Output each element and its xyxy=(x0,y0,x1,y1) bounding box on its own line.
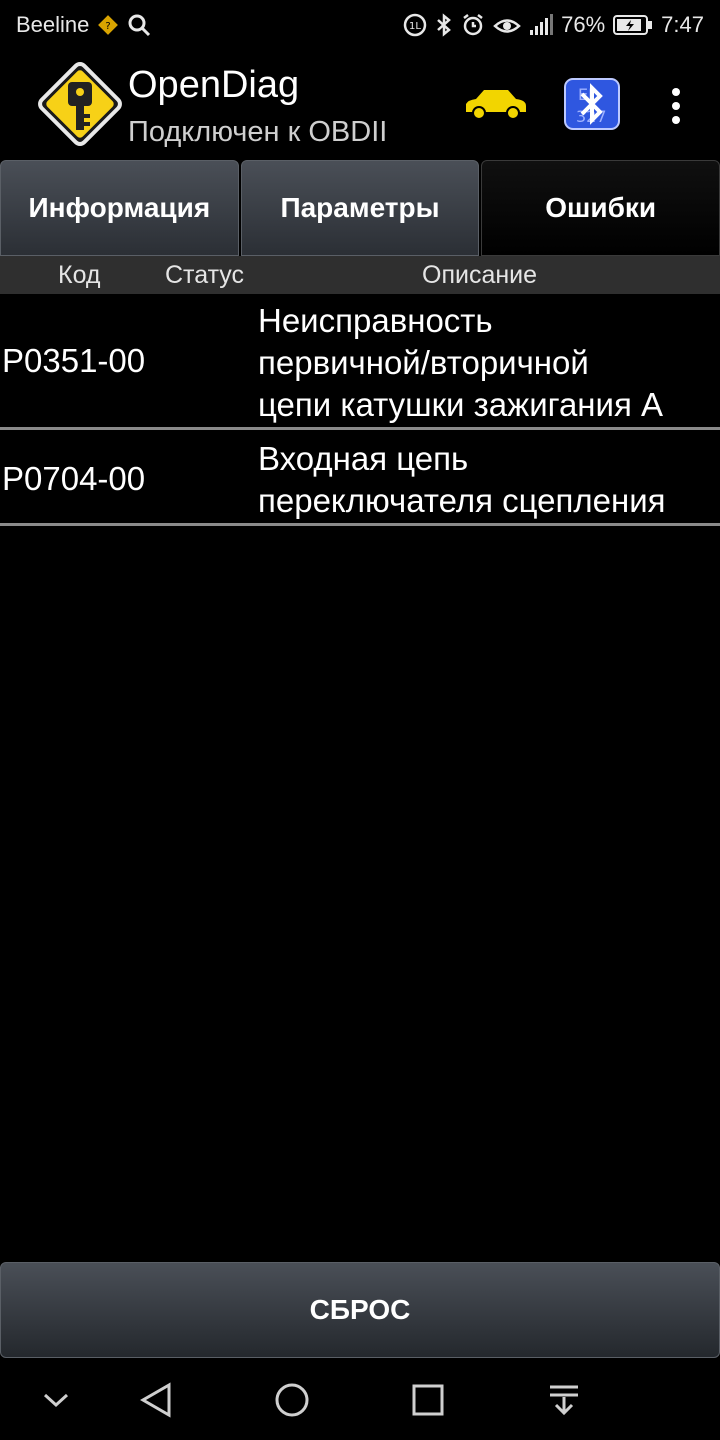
recents-icon[interactable] xyxy=(406,1378,450,1422)
tab-information[interactable]: Информация xyxy=(0,160,239,256)
error-code: P0704-00 xyxy=(2,460,146,497)
app-title: OpenDiag xyxy=(128,64,300,106)
status-bar: Beeline ? 1L 76% 7:47 xyxy=(0,0,720,50)
error-list: P0351-00 Неисправность первичной/вторичн… xyxy=(0,294,720,526)
bluetooth-icon xyxy=(435,13,453,37)
diamond-sim-icon: ? xyxy=(97,14,119,36)
volte-icon: 1L xyxy=(403,13,427,37)
header-status: Статус xyxy=(165,261,245,289)
battery-percent: 76% xyxy=(561,12,606,37)
app-bar: OpenDiag Подключен к OBDII EL 327 xyxy=(0,50,720,160)
error-description: Неисправность первичной/вторичной цепи к… xyxy=(258,302,664,423)
key-warning-logo xyxy=(32,56,128,152)
car-icon[interactable] xyxy=(462,86,530,127)
svg-text:1L: 1L xyxy=(409,21,421,32)
tab-bar: Информация Параметры Ошибки xyxy=(0,160,720,256)
reset-button[interactable]: СБРОС xyxy=(0,1262,720,1358)
carrier-name: Beeline xyxy=(16,12,90,37)
clock: 7:47 xyxy=(661,12,704,37)
table-row[interactable]: P0351-00 Неисправность первичной/вторичн… xyxy=(0,294,720,430)
notification-pull-icon[interactable] xyxy=(542,1378,586,1422)
eye-icon xyxy=(493,13,521,37)
alarm-icon xyxy=(461,13,485,37)
battery-icon xyxy=(613,14,653,36)
overflow-menu-icon[interactable] xyxy=(660,86,692,126)
home-icon[interactable] xyxy=(270,1378,314,1422)
tab-parameters[interactable]: Параметры xyxy=(240,160,480,256)
error-description: Входная цепь переключателя сцепления xyxy=(258,440,666,519)
bluetooth-elm327-icon[interactable]: EL 327 xyxy=(564,78,620,135)
table-header: Код Статус Описание xyxy=(0,256,720,294)
navigation-bar xyxy=(0,1358,720,1440)
back-icon[interactable] xyxy=(134,1378,178,1422)
chevron-down-icon[interactable] xyxy=(34,1378,78,1422)
connection-status: Подключен к OBDII xyxy=(128,116,388,148)
table-row[interactable]: P0704-00 Входная цепь переключателя сцеп… xyxy=(0,430,720,526)
header-code: Код xyxy=(58,261,101,289)
tab-errors[interactable]: Ошибки xyxy=(481,160,720,256)
error-code: P0351-00 xyxy=(2,342,146,379)
search-icon xyxy=(127,13,151,37)
svg-text:?: ? xyxy=(106,21,111,32)
signal-icon xyxy=(529,14,554,36)
header-description: Описание xyxy=(422,261,538,289)
